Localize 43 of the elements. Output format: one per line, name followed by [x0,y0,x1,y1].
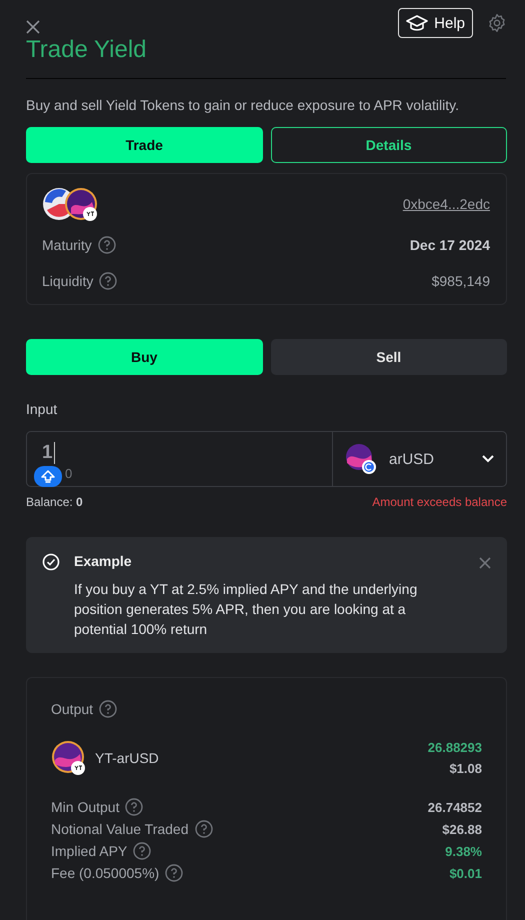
stat-label: Fee (0.050005%) [51,865,160,881]
info-label: Maturity [42,237,92,253]
tab[interactable]: Details [270,127,507,163]
stat-value: $26.88 [442,822,482,836]
stat-value: $0.01 [449,866,482,880]
stat-label: Min Output [51,799,120,815]
help-icon[interactable] [98,236,116,254]
output-usd: $1.08 [449,761,482,776]
error-message: Amount exceeds balance [372,495,507,509]
callout-text: If you buy a YT at 2.5% implied APY and the underlying position generates 5% APR, then you are looking at a potential 100% return [74,580,418,639]
settings-icon[interactable] [487,13,507,33]
trade-side-button[interactable]: Sell [270,339,507,375]
contract-address-link[interactable]: 0xbce4...2edc [402,196,490,212]
help-icon[interactable] [99,700,118,718]
stat-label: Implied APY [51,843,128,859]
graduation-cap-icon [406,14,428,32]
help-icon[interactable] [99,272,118,290]
balance-text: Balance: 0 [26,495,83,509]
help-icon[interactable] [194,820,212,838]
output-label: Output [51,701,94,717]
tab[interactable]: Trade [26,127,262,163]
page-title: Trade Yield [26,36,148,64]
stat-value: 26.74852 [428,800,482,814]
token-pair-icon [42,186,100,222]
output-token-name: YT-arUSD [95,750,160,766]
help-icon[interactable] [133,842,152,860]
close-icon[interactable] [26,20,40,34]
token-icon [51,740,87,776]
check-circle-icon [42,553,60,571]
help-icon[interactable] [165,864,184,882]
stat-label: Notional Value Traded [51,821,188,837]
close-icon[interactable] [479,557,491,569]
input-label: Input [26,401,58,417]
info-value: Dec 17 2024 [410,237,490,253]
info-label: Liquidity [42,273,94,289]
callout-title: Example [74,553,133,569]
output-amount: 26.88293 [428,740,482,755]
description: Buy and sell Yield Tokens to gain or reduce exposure to APR volatility. [26,97,460,113]
help-icon[interactable] [125,798,144,816]
info-value: $985,149 [432,273,490,289]
stat-value: 9.38% [445,844,482,858]
trade-side-button[interactable]: Buy [26,339,262,375]
help-button[interactable]: Help [398,8,473,38]
